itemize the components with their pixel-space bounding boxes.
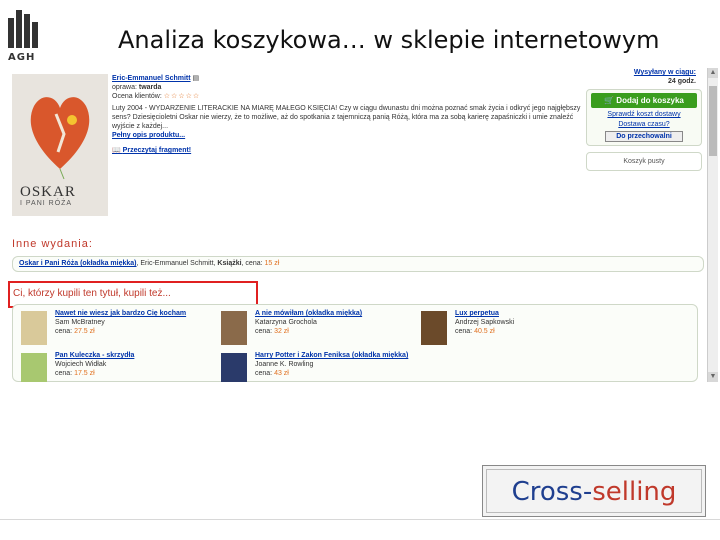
open-book-icon: 📖 [112, 147, 123, 154]
product-description: Luty 2004 - WYDARZENIE LITERACKIE NA MIA… [112, 105, 581, 130]
cover-subtitle: I PANI RÓŻA [20, 200, 73, 207]
product-details: Eric-Emmanuel Schmitt ▤ oprawa: twarda O… [112, 74, 592, 155]
list-item[interactable]: Lux perpetua Andrzej Sapkowski cena: 40.… [419, 309, 625, 345]
other-edition-row: Oskar i Pani Róża (okładka miękka), Eric… [12, 256, 704, 272]
list-item[interactable]: Pan Kuleczka - skrzydła Wojciech Widłak … [19, 351, 224, 382]
delivery-time-link[interactable]: Dostawa czasu? [591, 121, 697, 128]
item-title-link[interactable]: Harry Potter i Zakon Feniksa (okładka mi… [255, 351, 425, 360]
shipping-info: Wysyłany w ciągu: 24 godz. [586, 68, 702, 86]
read-fragment-link[interactable]: Przeczytaj fragment! [123, 147, 191, 154]
item-title-link[interactable]: Lux perpetua [455, 309, 625, 318]
cover-title: OSKAR [20, 184, 76, 200]
item-price: 17.5 zł [74, 370, 95, 377]
other-editions-heading: Inne wydania: [12, 238, 93, 250]
full-description-link[interactable]: Pełny opis produktu... [112, 132, 185, 139]
item-price: 40.5 zł [474, 328, 495, 335]
list-item[interactable]: A nie mówiłam (okładka miękka) Katarzyna… [219, 309, 425, 345]
item-author: Wojciech Widłak [55, 361, 107, 368]
other-edition-author: , Eric-Emmanuel Schmitt, [136, 260, 218, 267]
store-screenshot: OSKAR I PANI RÓŻA Eric-Emmanuel Schmitt … [8, 68, 718, 382]
item-author: Sam McBratney [55, 319, 105, 326]
scroll-thumb[interactable] [709, 86, 717, 156]
item-price-label: cena: [455, 328, 473, 335]
cross-selling-label: Cross-selling [482, 465, 706, 517]
item-title-link[interactable]: Pan Kuleczka - skrzydła [55, 351, 225, 360]
cart-icon: 🛒 [604, 96, 617, 105]
item-price: 32 zł [274, 328, 289, 335]
item-price: 27.5 zł [74, 328, 95, 335]
item-price-label: cena: [255, 328, 273, 335]
scrollbar[interactable]: ▲ ▼ [707, 68, 718, 382]
binding-label: oprawa: [112, 84, 137, 91]
check-delivery-link[interactable]: Sprawdź koszt dostawy [591, 111, 697, 118]
book-thumbnail[interactable] [221, 353, 247, 382]
save-for-later-button[interactable]: Do przechowalni [605, 131, 683, 142]
logo-text: AGH [8, 52, 36, 63]
item-author: Andrzej Sapkowski [455, 319, 515, 326]
slide-title: Analiza koszykowa… w sklepie internetowy… [118, 26, 660, 54]
purchase-panel: Wysyłany w ciągu: 24 godz. 🛒 Dodaj do ko… [586, 68, 702, 171]
add-to-cart-label: Dodaj do koszyka [616, 96, 684, 105]
item-price-label: cena: [55, 328, 73, 335]
item-price-label: cena: [255, 370, 273, 377]
cross-label-part2: selling [592, 477, 677, 507]
rating-label: Ocena klientów: [112, 93, 162, 100]
book-cover[interactable]: OSKAR I PANI RÓŻA [12, 74, 108, 216]
item-title-link[interactable]: Nawet nie wiesz jak bardzo Cię kocham [55, 309, 225, 318]
author-link[interactable]: Eric-Emmanuel Schmitt [112, 75, 191, 82]
item-title-link[interactable]: A nie mówiłam (okładka miękka) [255, 309, 425, 318]
other-edition-title-link[interactable]: Oskar i Pani Róża (okładka miękka) [19, 260, 137, 267]
book-thumbnail[interactable] [21, 353, 47, 382]
book-thumbnail[interactable] [21, 311, 47, 345]
other-edition-price-label: , cena: [241, 260, 265, 267]
item-author: Joanne K. Rowling [255, 361, 314, 368]
other-edition-category: Książki [217, 260, 242, 267]
item-price: 43 zł [274, 370, 289, 377]
book-icon: ▤ [192, 75, 200, 82]
binding-value: twarda [138, 84, 162, 91]
book-thumbnail[interactable] [421, 311, 447, 345]
other-edition-price: 15 zł [264, 260, 280, 267]
footer-divider [0, 519, 720, 520]
book-thumbnail[interactable] [221, 311, 247, 345]
cart-status: Koszyk pusty [586, 152, 702, 171]
shipping-time-value: 24 godz. [667, 78, 696, 85]
scroll-up-icon[interactable]: ▲ [708, 68, 718, 78]
item-author: Katarzyna Grochola [255, 319, 317, 326]
list-item[interactable]: Nawet nie wiesz jak bardzo Cię kocham Sa… [19, 309, 225, 345]
shipping-time-link[interactable]: Wysyłany w ciągu: [634, 69, 696, 76]
rating-stars[interactable]: ☆☆☆☆☆ [164, 93, 200, 100]
scroll-down-icon[interactable]: ▼ [708, 372, 718, 382]
list-item[interactable]: Harry Potter i Zakon Feniksa (okładka mi… [219, 351, 424, 382]
also-bought-list: Nawet nie wiesz jak bardzo Cię kocham Sa… [12, 304, 698, 382]
add-to-cart-button[interactable]: 🛒 Dodaj do koszyka [591, 93, 697, 108]
item-price-label: cena: [55, 370, 73, 377]
cross-label-part1: Cross- [511, 477, 593, 507]
cart-box: 🛒 Dodaj do koszyka Sprawdź koszt dostawy… [586, 89, 702, 146]
agh-logo: AGH [8, 10, 44, 66]
